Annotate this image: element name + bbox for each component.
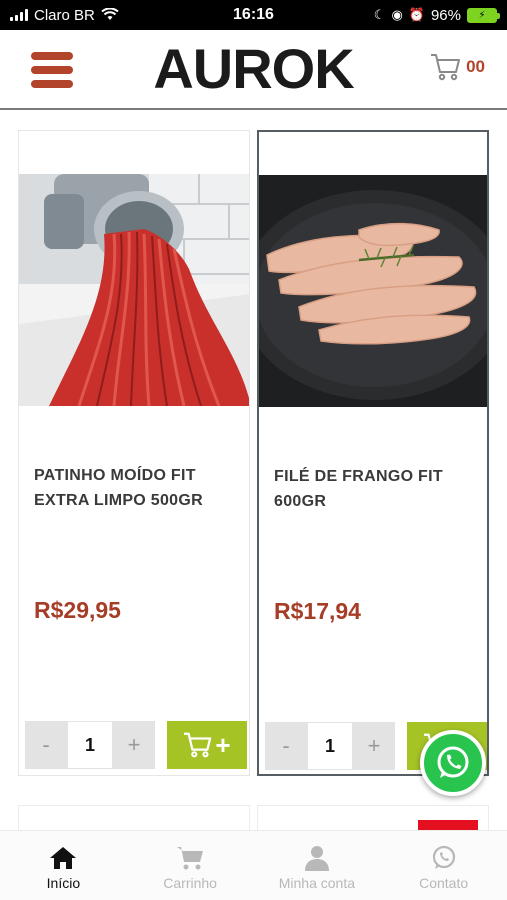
quantity-input[interactable]: 1 xyxy=(67,721,113,769)
user-icon xyxy=(304,845,329,871)
nav-label: Início xyxy=(46,874,81,891)
increase-quantity-button[interactable]: + xyxy=(353,722,395,770)
carrier-name: Claro BR xyxy=(34,6,95,24)
product-price: R$29,95 xyxy=(34,597,121,623)
wifi-icon xyxy=(101,8,119,20)
whatsapp-floating-button[interactable] xyxy=(420,730,486,796)
whatsapp-icon xyxy=(432,845,455,869)
status-bar: Claro BR 16:16 ☾ ◉ ⏰ 96% ⚡ xyxy=(0,0,507,30)
clock: 16:16 xyxy=(233,6,274,23)
battery-icon: ⚡ xyxy=(467,7,500,23)
cart-count-badge: 00 xyxy=(466,57,485,76)
whatsapp-icon xyxy=(437,746,469,778)
nav-label: Minha conta xyxy=(278,874,356,891)
quantity-stepper: - 1 + xyxy=(25,721,155,769)
decrease-quantity-button[interactable]: - xyxy=(25,721,67,769)
product-image[interactable] xyxy=(19,174,249,406)
nav-label: Carrinho xyxy=(163,874,217,891)
product-name[interactable]: FILÉ DE FRANGO FIT 600GR xyxy=(274,464,474,514)
nav-label: Contato xyxy=(419,874,469,891)
signal-icon xyxy=(10,9,28,21)
plus-icon: + xyxy=(215,730,231,760)
product-card[interactable]: PATINHO MOÍDO FIT EXTRA LIMPO 500GR R$29… xyxy=(18,130,250,776)
home-icon xyxy=(50,846,77,869)
rotation-lock-icon: ◉ xyxy=(391,7,403,22)
nav-item-carrinho[interactable]: Carrinho xyxy=(127,831,254,900)
cart-icon xyxy=(184,732,212,758)
bottom-navigation: Início Carrinho Minha conta Contato xyxy=(0,830,507,900)
product-name[interactable]: PATINHO MOÍDO FIT EXTRA LIMPO 500GR xyxy=(34,463,234,513)
nav-item-contato[interactable]: Contato xyxy=(380,831,507,900)
decrease-quantity-button[interactable]: - xyxy=(265,722,307,770)
product-price: R$17,94 xyxy=(274,598,361,624)
nav-item-inicio[interactable]: Início xyxy=(0,831,127,900)
add-to-cart-button[interactable]: + xyxy=(167,721,247,769)
increase-quantity-button[interactable]: + xyxy=(113,721,155,769)
nav-item-minha-conta[interactable]: Minha conta xyxy=(254,831,381,900)
quantity-stepper: - 1 + xyxy=(265,722,395,770)
moon-icon: ☾ xyxy=(373,7,386,22)
product-card[interactable]: FILÉ DE FRANGO FIT 600GR R$17,94 - 1 + + xyxy=(257,130,489,776)
header-cart-button[interactable]: 00 xyxy=(430,52,485,82)
alarm-icon: ⏰ xyxy=(408,7,425,22)
product-image[interactable] xyxy=(259,175,487,407)
app-header: AUROK 00 xyxy=(0,30,507,110)
cart-icon xyxy=(431,54,461,81)
quantity-input[interactable]: 1 xyxy=(307,722,353,770)
battery-percent: 96% xyxy=(430,6,461,24)
cart-icon xyxy=(177,846,204,869)
